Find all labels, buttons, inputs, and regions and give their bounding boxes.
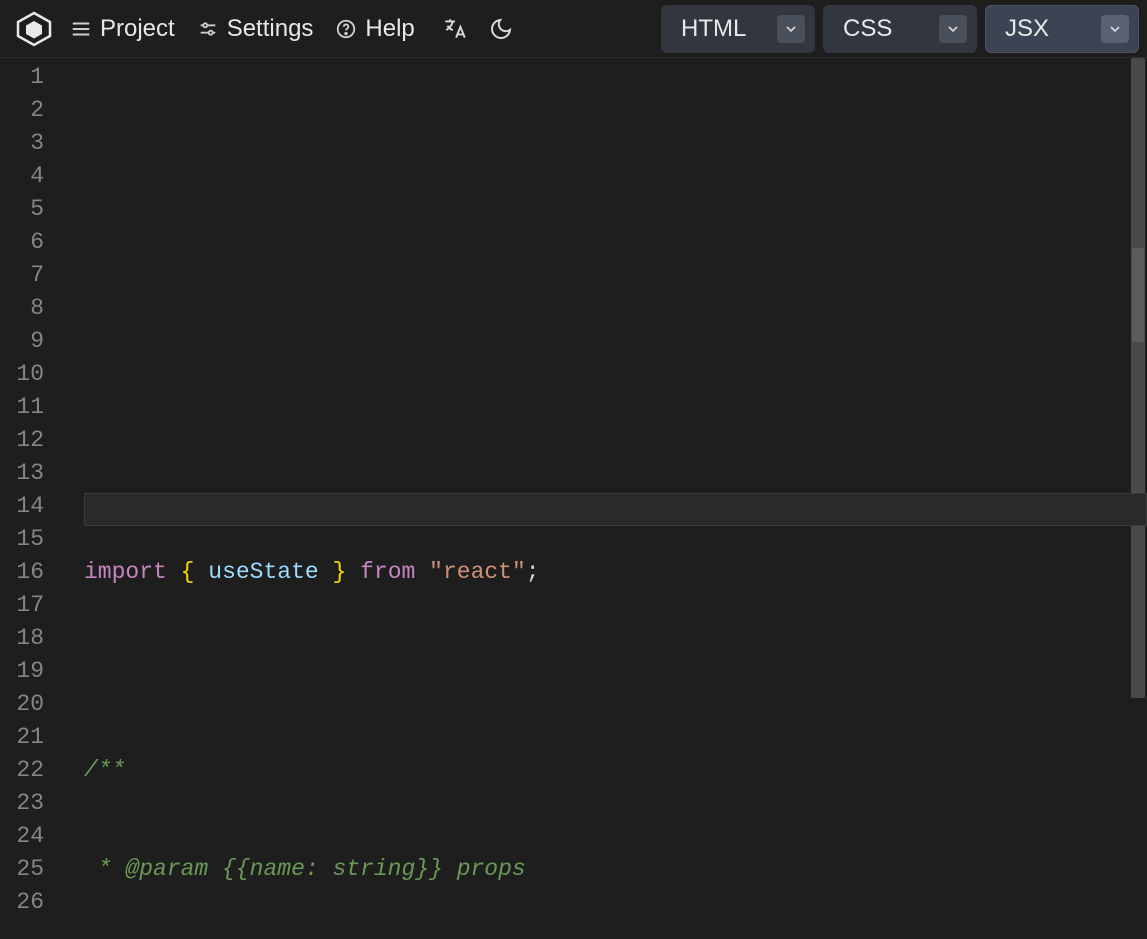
app-logo[interactable] xyxy=(8,9,60,49)
tab-css-label: CSS xyxy=(843,15,892,43)
tab-jsx[interactable]: JSX xyxy=(985,5,1139,53)
code-area[interactable]: import { useState } from "react"; /** * … xyxy=(58,58,1147,939)
language-tabs: HTML CSS JSX xyxy=(661,5,1139,53)
translate-icon xyxy=(442,16,468,42)
code-line xyxy=(84,655,1147,688)
line-number: 1 xyxy=(0,61,44,94)
line-number: 5 xyxy=(0,193,44,226)
code-editor[interactable]: 1234567891011121314151617181920212223242… xyxy=(0,58,1147,939)
line-number: 22 xyxy=(0,754,44,787)
translate-button[interactable] xyxy=(435,9,475,49)
chevron-down-icon xyxy=(1107,21,1123,37)
line-number: 4 xyxy=(0,160,44,193)
tab-jsx-dropdown[interactable] xyxy=(1101,15,1129,43)
line-number: 26 xyxy=(0,886,44,919)
main-menu: Project Settings Help xyxy=(70,15,415,43)
tab-css[interactable]: CSS xyxy=(823,5,977,53)
line-number: 13 xyxy=(0,457,44,490)
tab-html-label: HTML xyxy=(681,15,746,43)
line-number: 17 xyxy=(0,589,44,622)
line-number: 25 xyxy=(0,853,44,886)
line-number: 21 xyxy=(0,721,44,754)
line-number: 12 xyxy=(0,424,44,457)
menu-settings-label: Settings xyxy=(227,15,314,43)
theme-toggle-button[interactable] xyxy=(481,9,521,49)
help-circle-icon xyxy=(335,18,357,40)
cube-logo-icon xyxy=(14,9,54,49)
code-line: * @param {{name: string}} props xyxy=(84,853,1147,886)
moon-icon xyxy=(489,17,513,41)
line-number: 20 xyxy=(0,688,44,721)
line-number: 24 xyxy=(0,820,44,853)
topbar: Project Settings Help HTML CSS xyxy=(0,0,1147,58)
line-gutter: 1234567891011121314151617181920212223242… xyxy=(0,58,58,939)
line-number: 11 xyxy=(0,391,44,424)
line-number: 6 xyxy=(0,226,44,259)
chevron-down-icon xyxy=(945,21,961,37)
tab-html-dropdown[interactable] xyxy=(777,15,805,43)
line-number: 23 xyxy=(0,787,44,820)
minimap-viewport[interactable] xyxy=(1132,248,1144,342)
tab-css-dropdown[interactable] xyxy=(939,15,967,43)
scrollbar-thumb[interactable] xyxy=(1131,58,1145,698)
line-number: 3 xyxy=(0,127,44,160)
code-line: import { useState } from "react"; xyxy=(84,556,1147,589)
chevron-down-icon xyxy=(783,21,799,37)
line-number: 10 xyxy=(0,358,44,391)
line-number: 16 xyxy=(0,556,44,589)
line-number: 14 xyxy=(0,490,44,523)
menu-project[interactable]: Project xyxy=(70,15,175,43)
code-line: /** xyxy=(84,754,1147,787)
tab-html[interactable]: HTML xyxy=(661,5,815,53)
tab-jsx-label: JSX xyxy=(1005,15,1049,43)
menu-settings[interactable]: Settings xyxy=(197,15,314,43)
line-number: 15 xyxy=(0,523,44,556)
line-number: 2 xyxy=(0,94,44,127)
menu-help-label: Help xyxy=(365,15,414,43)
line-number: 19 xyxy=(0,655,44,688)
current-line-highlight xyxy=(84,493,1147,526)
line-number: 18 xyxy=(0,622,44,655)
line-number: 7 xyxy=(0,259,44,292)
menu-help[interactable]: Help xyxy=(335,15,414,43)
hamburger-icon xyxy=(70,18,92,40)
sliders-icon xyxy=(197,18,219,40)
line-number: 8 xyxy=(0,292,44,325)
line-number: 9 xyxy=(0,325,44,358)
menu-project-label: Project xyxy=(100,15,175,43)
